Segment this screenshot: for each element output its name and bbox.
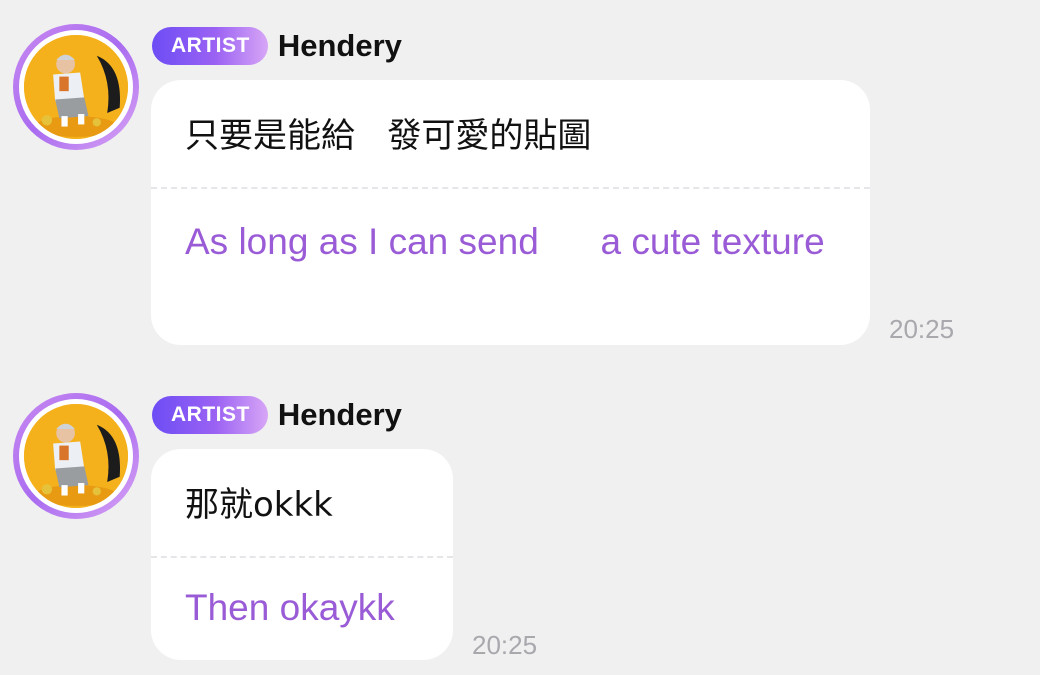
- sender-name[interactable]: Hendery: [278, 28, 402, 64]
- artist-badge: ARTIST: [152, 27, 268, 65]
- avatar-photo: [24, 35, 128, 139]
- sender-row: ARTIST Hendery: [152, 26, 402, 66]
- artist-badge: ARTIST: [152, 396, 268, 434]
- avatar-photo: [24, 404, 128, 508]
- sender-name[interactable]: Hendery: [278, 397, 402, 433]
- person-photo-icon: [24, 404, 128, 508]
- message-bubble[interactable]: 那就okkk Then okaykk: [151, 449, 453, 660]
- chat-message: ARTIST Hendery 只要是能給 發可愛的貼圖 As long as I…: [0, 0, 1040, 360]
- avatar[interactable]: [13, 393, 139, 519]
- original-text: 那就okkk: [185, 485, 333, 525]
- translated-text: Then okaykk: [185, 587, 395, 628]
- chat-message: ARTIST Hendery 那就okkk Then okaykk 20:25: [0, 368, 1040, 675]
- translated-text: As long as I can send a cute texture: [185, 221, 825, 262]
- person-photo-icon: [24, 35, 128, 139]
- message-timestamp: 20:25: [889, 314, 955, 344]
- sender-row: ARTIST Hendery: [152, 395, 402, 435]
- message-timestamp: 20:25: [472, 630, 538, 660]
- message-bubble[interactable]: 只要是能給 發可愛的貼圖 As long as I can send a cut…: [151, 80, 870, 345]
- avatar[interactable]: [13, 24, 139, 150]
- original-text: 只要是能給 發可愛的貼圖: [185, 116, 592, 156]
